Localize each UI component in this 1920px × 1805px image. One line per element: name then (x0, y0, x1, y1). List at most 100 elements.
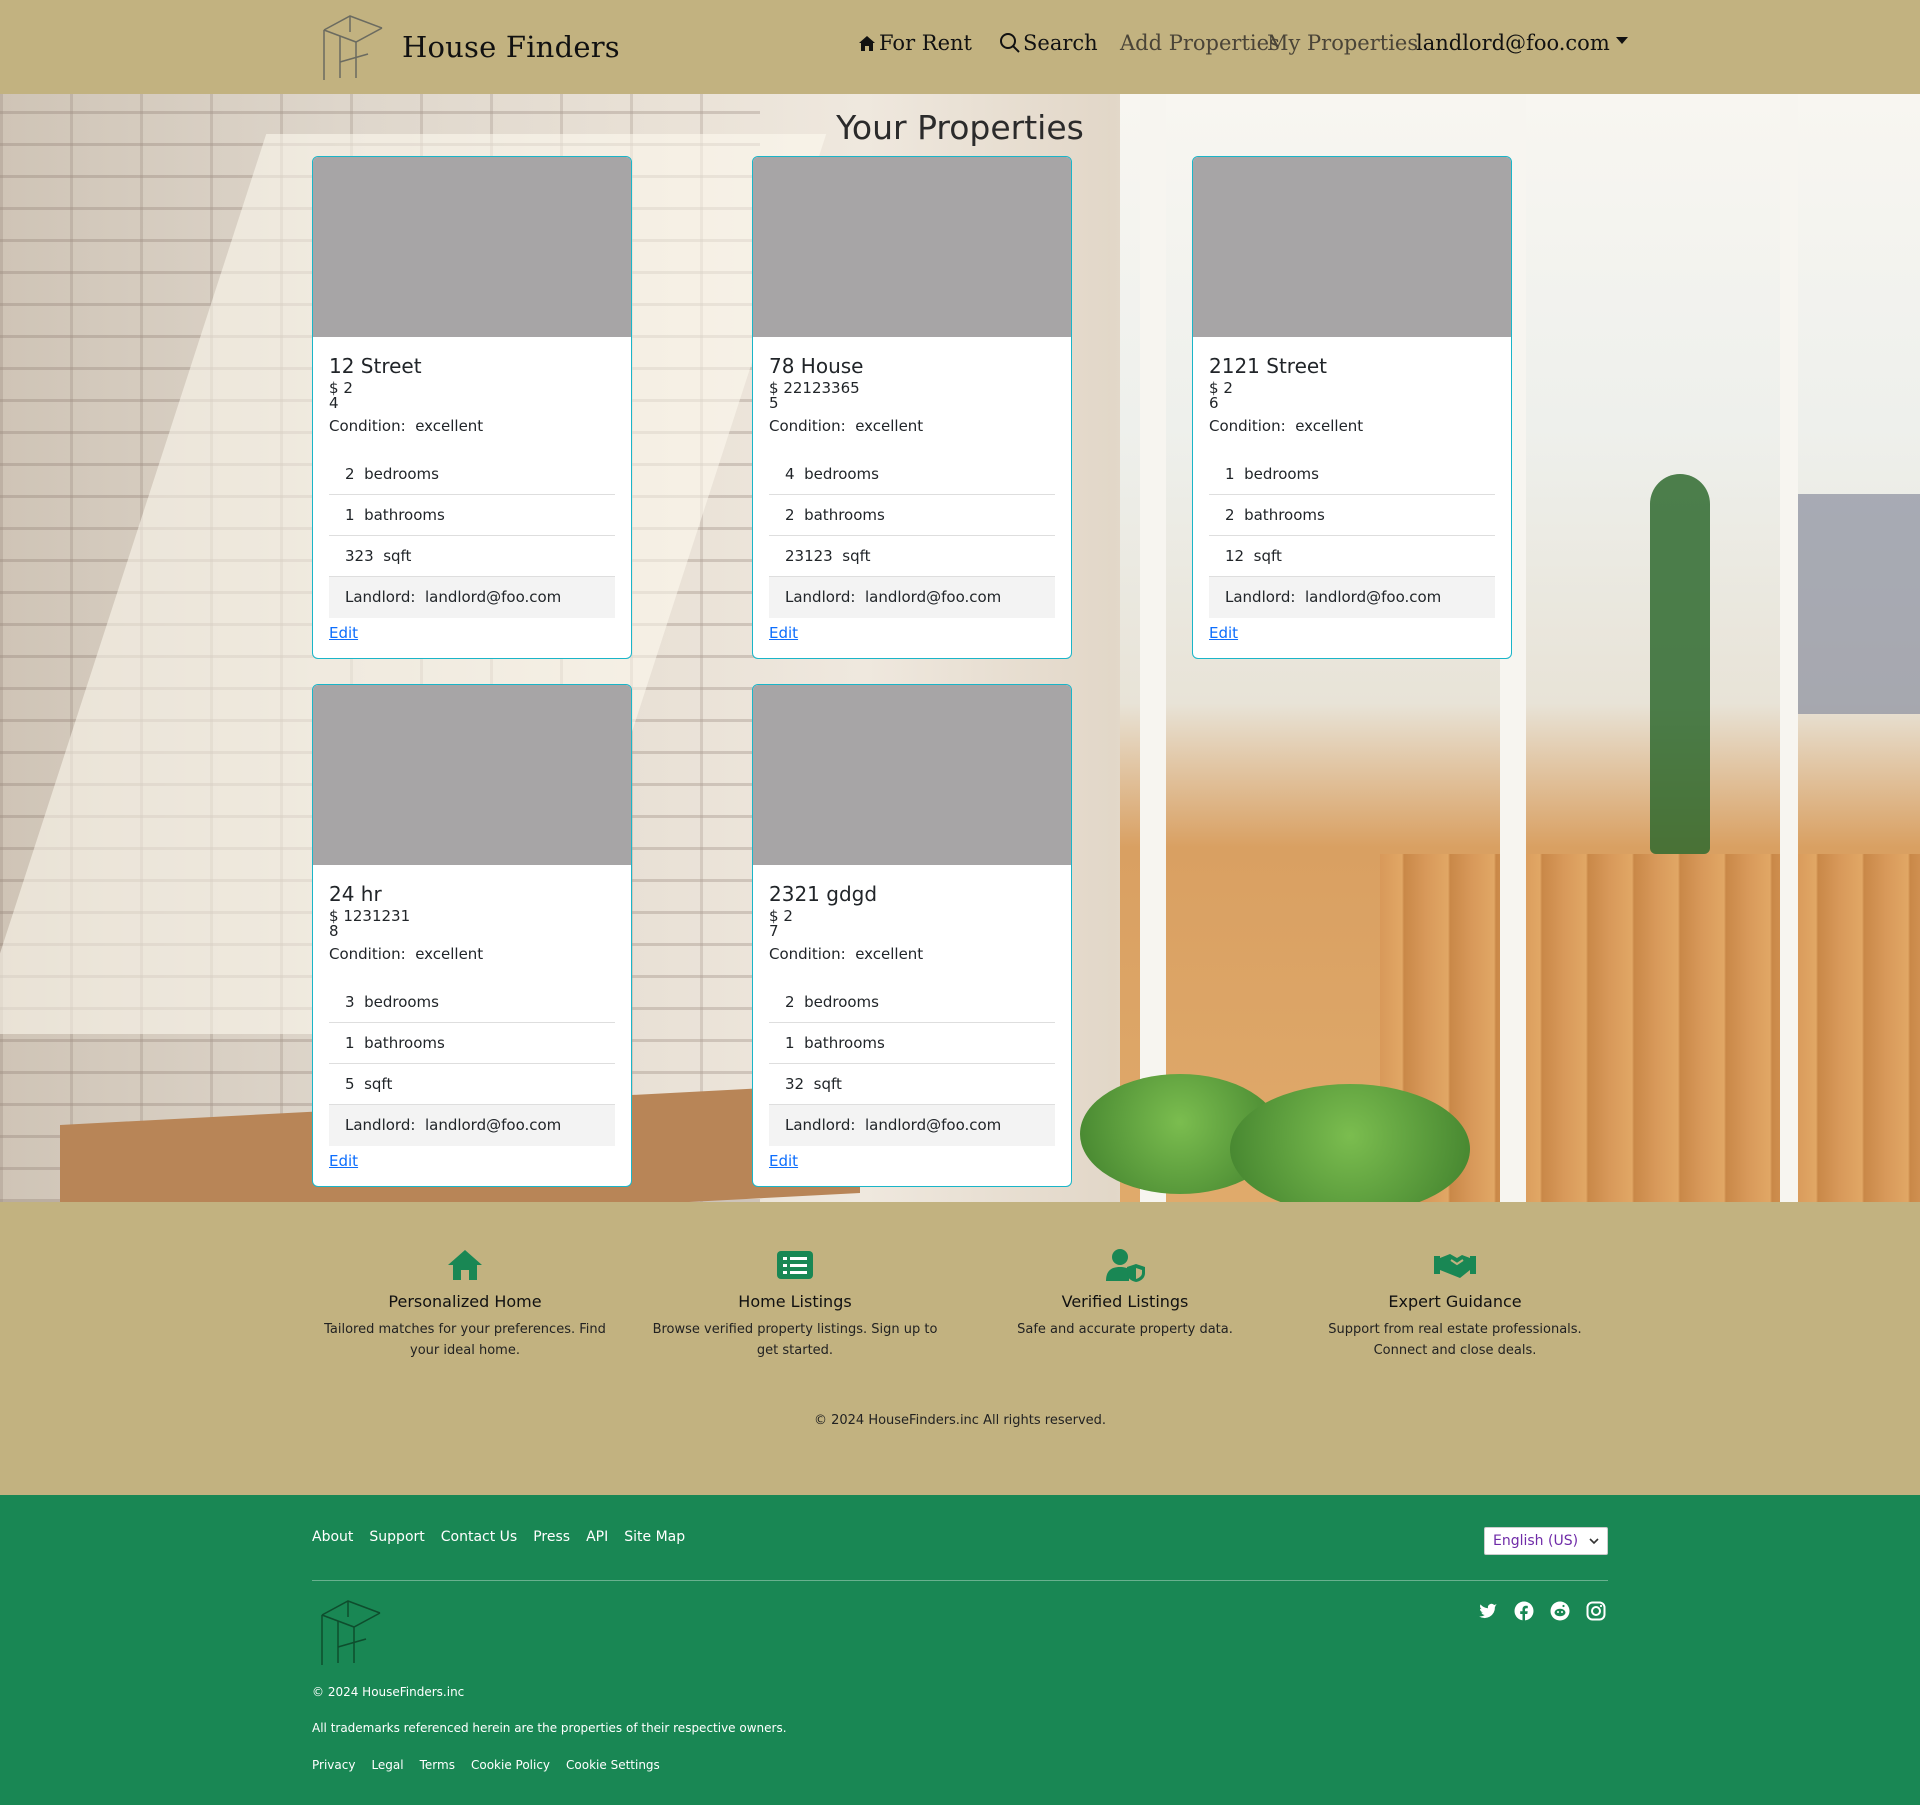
property-details-list: 2 bedrooms 1 bathrooms 323 sqft Landlord… (329, 454, 615, 618)
landlord-value: landlord@foo.com (424, 1116, 562, 1134)
instagram-icon[interactable] (1586, 1601, 1606, 1621)
sqft-value: 5 (345, 1075, 355, 1093)
bathrooms-label: bathrooms (364, 1034, 445, 1052)
price-value: 1231231 (343, 907, 411, 925)
user-dropdown[interactable]: landlord@foo.com (1416, 31, 1628, 55)
list-item-bedrooms: 3 bedrooms (329, 982, 615, 1023)
property-card: 78 House $ 22123365 5 Condition: excelle… (752, 156, 1072, 659)
property-condition: Condition: excellent (1209, 416, 1495, 436)
landlord-label: Landlord: (1225, 588, 1296, 606)
facebook-icon[interactable] (1514, 1601, 1534, 1621)
bathrooms-value: 2 (785, 506, 795, 524)
sqft-label: sqft (364, 1075, 393, 1093)
bedrooms-value: 1 (1225, 465, 1235, 483)
window-frame (1140, 94, 1166, 1202)
chevron-down-icon (1589, 1538, 1599, 1545)
footer-link-about[interactable]: About (312, 1529, 353, 1545)
footer-link-cookie-settings[interactable]: Cookie Settings (566, 1758, 660, 1772)
property-condition: Condition: excellent (329, 416, 615, 436)
navbar: House Finders For Rent Search Add Proper… (0, 0, 1920, 94)
property-details-list: 1 bedrooms 2 bathrooms 12 sqft Landlord:… (1209, 454, 1495, 618)
footer-trademarks: All trademarks referenced herein are the… (312, 1721, 787, 1735)
feature-title: Expert Guidance (1388, 1292, 1522, 1311)
edit-link[interactable]: Edit (769, 1152, 798, 1170)
sqft-label: sqft (1253, 547, 1282, 565)
footer-link-terms[interactable]: Terms (420, 1758, 455, 1772)
list-item-bedrooms: 4 bedrooms (769, 454, 1055, 495)
home-icon (859, 36, 875, 51)
footer-bottom-links: Privacy Legal Terms Cookie Policy Cookie… (312, 1758, 660, 1772)
property-card: 24 hr $ 1231231 8 Condition: excellent 3… (312, 684, 632, 1187)
property-price: $ 2 (329, 381, 615, 396)
property-condition: Condition: excellent (769, 416, 1055, 436)
feature-text: Safe and accurate property data. (1017, 1322, 1233, 1337)
nav-my-properties[interactable]: My Properties (1267, 31, 1418, 55)
footer-link-contact[interactable]: Contact Us (441, 1529, 517, 1545)
feature-title: Personalized Home (388, 1292, 542, 1311)
search-icon (1000, 33, 1020, 53)
bathrooms-value: 1 (345, 1034, 355, 1052)
bathrooms-label: bathrooms (804, 1034, 885, 1052)
bedrooms-value: 3 (345, 993, 355, 1011)
nav-search[interactable]: Search (999, 31, 1098, 55)
property-title: 24 hr (329, 882, 382, 906)
condition-value: excellent (415, 417, 484, 435)
list-item-sqft: 23123 sqft (769, 536, 1055, 577)
bathrooms-label: bathrooms (804, 506, 885, 524)
list-item-landlord: Landlord: landlord@foo.com (329, 1105, 615, 1146)
list-item-bedrooms: 2 bedrooms (769, 982, 1055, 1023)
property-image-placeholder (753, 685, 1071, 865)
condition-label: Condition: (329, 945, 406, 963)
list-item-sqft: 12 sqft (1209, 536, 1495, 577)
bedrooms-label: bedrooms (804, 465, 879, 483)
language-select[interactable]: English (US) (1484, 1527, 1608, 1555)
card-body: 78 House $ 22123365 5 Condition: excelle… (753, 354, 1071, 642)
sqft-label: sqft (383, 547, 412, 565)
edit-link[interactable]: Edit (1209, 624, 1238, 642)
bedrooms-label: bedrooms (364, 993, 439, 1011)
card-body: 2321 gdgd $ 2 7 Condition: excellent 2 b… (753, 882, 1071, 1170)
bedrooms-label: bedrooms (1244, 465, 1319, 483)
sqft-value: 323 (345, 547, 374, 565)
footer: About Support Contact Us Press API Site … (0, 1495, 1920, 1805)
features-section: Personalized Home Tailored matches for y… (0, 1202, 1920, 1495)
bedrooms-label: bedrooms (364, 465, 439, 483)
footer-link-api[interactable]: API (586, 1529, 608, 1545)
edit-link[interactable]: Edit (329, 1152, 358, 1170)
nav-for-rent-label: For Rent (879, 31, 972, 55)
page-title: Your Properties (836, 108, 1084, 147)
edit-link[interactable]: Edit (329, 624, 358, 642)
nav-for-rent[interactable]: For Rent (857, 31, 972, 55)
condition-label: Condition: (769, 945, 846, 963)
sqft-value: 32 (785, 1075, 805, 1093)
property-title: 2321 gdgd (769, 882, 878, 906)
feature-title: Home Listings (738, 1292, 852, 1311)
user-shield-icon (1106, 1249, 1145, 1282)
footer-link-press[interactable]: Press (533, 1529, 570, 1545)
language-select-value: English (US) (1493, 1533, 1579, 1549)
list-item-sqft: 323 sqft (329, 536, 615, 577)
handshake-icon (1434, 1254, 1476, 1278)
footer-copyright: © 2024 HouseFinders.inc (312, 1685, 465, 1699)
property-price: $ 22123365 (769, 381, 1055, 396)
reddit-icon[interactable] (1550, 1601, 1570, 1621)
nav-search-label: Search (1023, 31, 1098, 55)
footer-divider (312, 1580, 1608, 1581)
footer-link-sitemap[interactable]: Site Map (624, 1529, 685, 1545)
edit-link[interactable]: Edit (769, 624, 798, 642)
property-details-list: 4 bedrooms 2 bathrooms 23123 sqft Landlo… (769, 454, 1055, 618)
footer-link-support[interactable]: Support (369, 1529, 424, 1545)
list-item-bathrooms: 1 bathrooms (769, 1023, 1055, 1064)
footer-link-privacy[interactable]: Privacy (312, 1758, 355, 1772)
nav-my-properties-label: My Properties (1267, 31, 1419, 55)
property-details-list: 2 bedrooms 1 bathrooms 32 sqft Landlord:… (769, 982, 1055, 1146)
property-title: 12 Street (329, 354, 422, 378)
caret-down-icon (1615, 36, 1628, 44)
nav-add-properties[interactable]: Add Properties (1120, 31, 1280, 55)
bathrooms-value: 2 (1225, 506, 1235, 524)
footer-link-legal[interactable]: Legal (371, 1758, 403, 1772)
footer-link-cookie-policy[interactable]: Cookie Policy (471, 1758, 550, 1772)
property-extra: 6 (1209, 394, 1219, 412)
twitter-icon[interactable] (1478, 1601, 1498, 1621)
property-card: 12 Street $ 2 4 Condition: excellent 2 b… (312, 156, 632, 659)
